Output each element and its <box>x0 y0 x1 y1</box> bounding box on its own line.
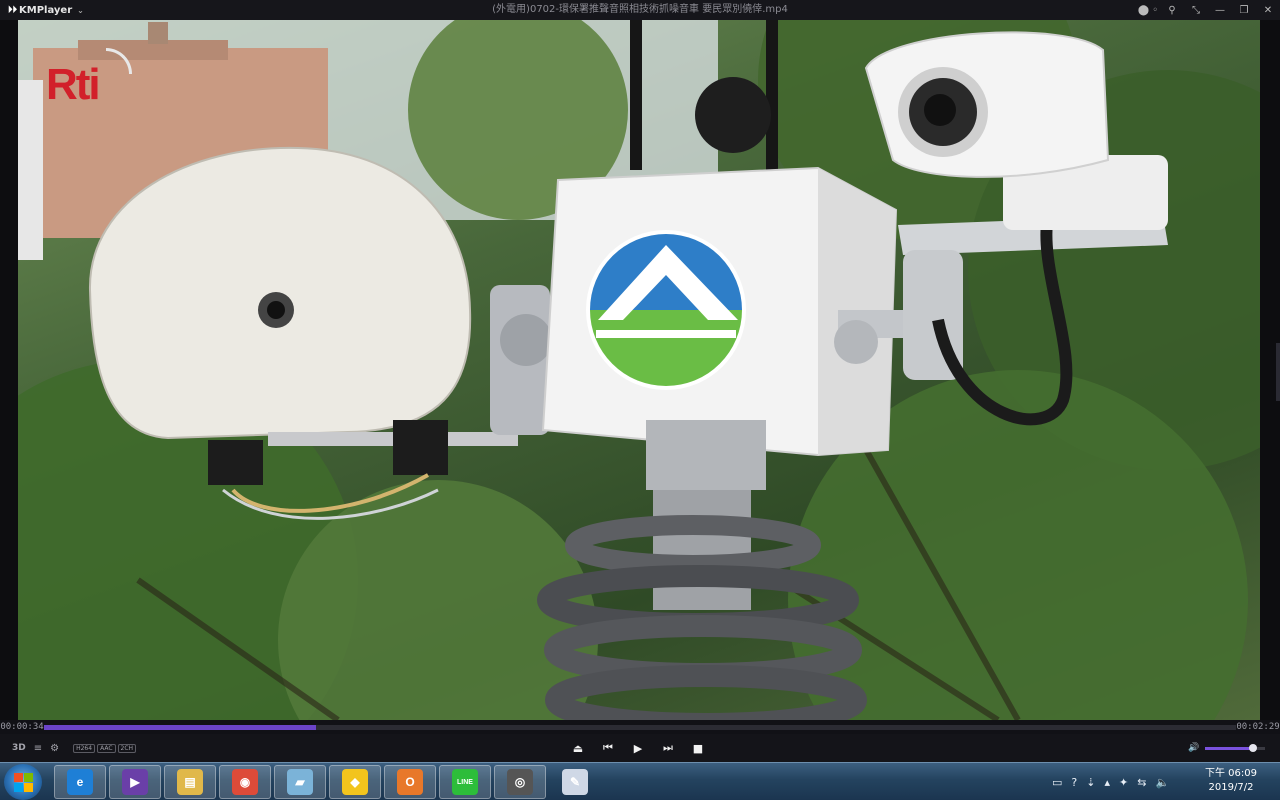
system-tray: ▭ ? ⇣ ▴ ✦ ⇆ 🔈 <box>1052 763 1169 800</box>
settings-icon[interactable]: ⚙ <box>50 743 59 754</box>
clock-time: 下午 06:09 <box>1205 768 1257 779</box>
video-codec-badge: H264 <box>73 743 96 753</box>
codec-badges: H264 AAC 2CH <box>73 743 138 753</box>
side-panel-handle[interactable] <box>1276 343 1280 401</box>
viewer-icon: ◎ <box>507 769 533 795</box>
taskbar-app-viewer[interactable]: ◎ <box>494 765 546 799</box>
total-time: 00:02:29 <box>1236 722 1280 732</box>
tray-show-hidden-icon[interactable]: ▴ <box>1104 776 1110 789</box>
video-frame[interactable]: Rti <box>18 20 1260 720</box>
3d-mode-button[interactable]: 3D <box>12 743 26 753</box>
tray-download-icon[interactable]: ⇣ <box>1086 776 1095 789</box>
chevron-down-icon: ⌄ <box>77 5 84 15</box>
app-menu-button[interactable]: ⏵⏵ KMPlayer ⌄ <box>8 5 84 16</box>
windows-logo-pane <box>24 783 33 792</box>
audio-codec-badge: AAC <box>97 743 116 753</box>
play-button[interactable]: ▶ <box>632 742 644 755</box>
windows-logo-pane <box>14 783 23 792</box>
volume-group: 🔊 <box>1188 734 1266 762</box>
close-button[interactable]: ✕ <box>1256 5 1280 16</box>
paint-icon: ✎ <box>562 769 588 795</box>
windows-logo-pane <box>24 773 33 782</box>
playlist-icon[interactable]: ≡ <box>34 743 42 754</box>
taskbar-app-paint[interactable]: ✎ <box>549 765 601 799</box>
windows-logo-icon <box>14 773 23 782</box>
video-scene <box>18 20 1260 720</box>
previous-button[interactable]: ⏮ <box>602 741 614 755</box>
clock-date: 2019/7/2 <box>1208 782 1254 793</box>
control-bar: 3D ≡ ⚙ H264 AAC 2CH ⏏ ⏮ ▶ ⏭ ■ 🔊 <box>0 734 1280 762</box>
chrome-icon: ◉ <box>232 769 258 795</box>
taskbar-app-kmplayer[interactable]: ▶ <box>109 765 161 799</box>
seek-progress <box>44 724 316 730</box>
maximize-button[interactable]: ❐ <box>1232 5 1256 16</box>
minimize-button[interactable]: — <box>1208 5 1232 16</box>
start-button[interactable] <box>4 764 42 800</box>
kmplayer-icon: ▶ <box>122 769 148 795</box>
volume-slider[interactable] <box>1205 743 1266 752</box>
potplayer-icon: ◆ <box>342 769 368 795</box>
mini-mode-icon[interactable]: ⤡ <box>1184 5 1208 16</box>
rti-watermark: Rti <box>46 48 136 109</box>
eject-button[interactable]: ⏏ <box>572 742 584 755</box>
tray-help-icon[interactable]: ? <box>1071 776 1077 789</box>
tray-dropbox-icon[interactable]: ✦ <box>1119 776 1128 789</box>
channels-badge: 2CH <box>117 743 137 753</box>
explorer-icon: ▤ <box>177 769 203 795</box>
media-icon: ▰ <box>287 769 313 795</box>
app-brand-label: KMPlayer <box>19 4 73 16</box>
seek-row: 00:00:34 00:02:29 <box>0 720 1280 734</box>
taskbar-app-explorer[interactable]: ▤ <box>164 765 216 799</box>
taskbar: e ▶ ▤ ◉ ▰ ◆ O LINE ◎ ✎ ▭ ? ⇣ ▴ ✦ ⇆ 🔈 下午 06:09 201… <box>0 762 1280 800</box>
volume-knob[interactable] <box>1249 743 1258 752</box>
tray-network-icon[interactable]: ⇆ <box>1137 776 1146 789</box>
seek-bar[interactable] <box>44 724 1236 730</box>
volume-level <box>1205 746 1254 750</box>
next-button[interactable]: ⏭ <box>662 741 674 755</box>
ie-icon: e <box>67 769 93 795</box>
window-controls: ⬤ ◦ ⚲ ⤡ — ❐ ✕ <box>1136 0 1280 20</box>
taskbar-app-media[interactable]: ▰ <box>274 765 326 799</box>
pin-icon[interactable]: ⚲ <box>1160 5 1184 16</box>
line-icon: LINE <box>452 769 478 795</box>
transport-controls: ⏏ ⏮ ▶ ⏭ ■ <box>572 734 704 762</box>
volume-icon[interactable]: 🔊 <box>1188 743 1199 753</box>
taskbar-app-potplayer[interactable]: ◆ <box>329 765 381 799</box>
taskbar-app-outlook[interactable]: O <box>384 765 436 799</box>
window-title: (外電用)0702-環保署推聲音照相技術抓噪音車 要民眾別僥倖.mp4 <box>492 4 788 15</box>
rti-logo-text: Rti <box>46 60 101 109</box>
taskbar-app-chrome[interactable]: ◉ <box>219 765 271 799</box>
tray-volume-icon[interactable]: 🔈 <box>1155 776 1169 789</box>
control-left-group: 3D ≡ ⚙ H264 AAC 2CH <box>12 734 138 762</box>
kmplayer-logo-icon: ⏵⏵ <box>8 5 18 15</box>
toggle-icon[interactable]: ⬤ ◦ <box>1136 5 1160 16</box>
stop-button[interactable]: ■ <box>692 742 704 755</box>
current-time: 00:00:34 <box>0 722 44 732</box>
taskbar-clock[interactable]: 下午 06:09 2019/7/2 <box>1196 767 1266 795</box>
taskbar-app-ie[interactable]: e <box>54 765 106 799</box>
title-bar: ⏵⏵ KMPlayer ⌄ (外電用)0702-環保署推聲音照相技術抓噪音車 要… <box>0 0 1280 20</box>
video-border-left <box>0 20 18 720</box>
tray-keyboard-icon[interactable]: ▭ <box>1052 776 1062 789</box>
taskbar-app-line[interactable]: LINE <box>439 765 491 799</box>
signal-icon <box>106 48 132 74</box>
outlook-icon: O <box>397 769 423 795</box>
